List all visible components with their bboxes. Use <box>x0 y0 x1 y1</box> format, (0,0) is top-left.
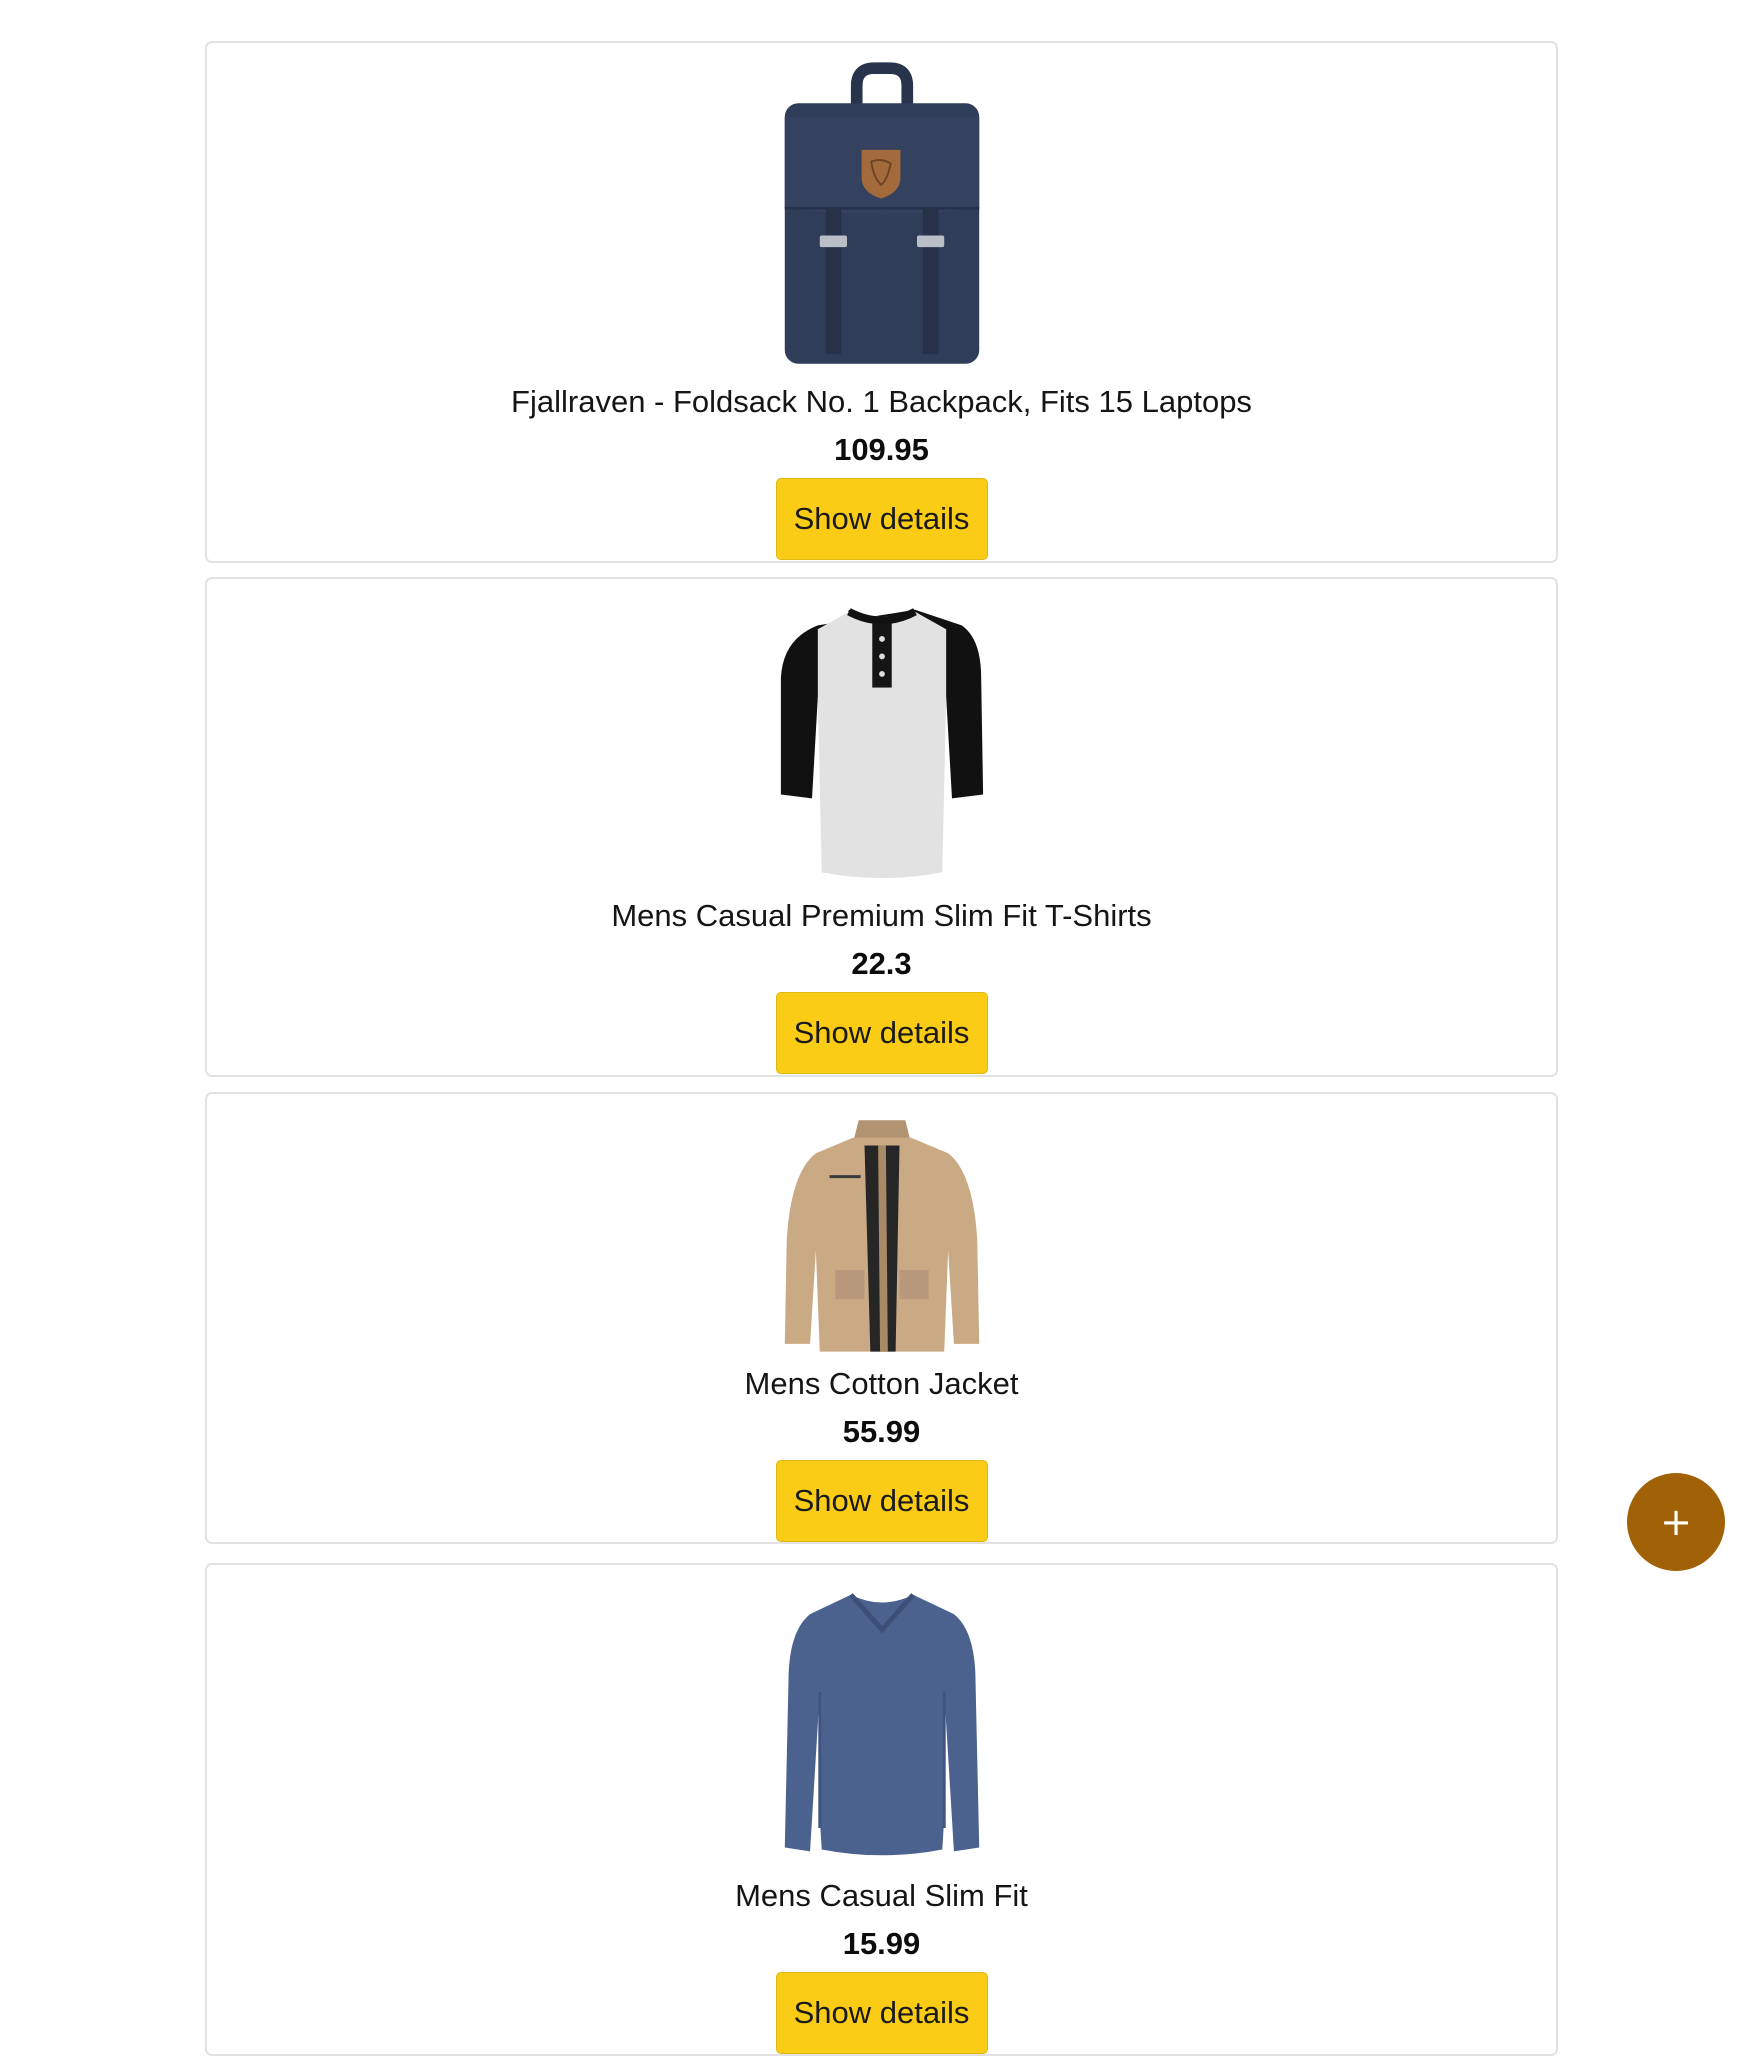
navy-backpack-image[interactable] <box>777 56 987 376</box>
product-card: Fjallraven - Foldsack No. 1 Backpack, Fi… <box>205 41 1558 563</box>
show-details-button[interactable]: Show details <box>775 478 988 560</box>
show-details-button[interactable]: Show details <box>775 992 988 1074</box>
raglan-henley-tshirt-image[interactable] <box>777 594 987 890</box>
plus-icon: + <box>1660 1500 1692 1544</box>
product-list-page: Fjallraven - Foldsack No. 1 Backpack, Fi… <box>0 0 1752 2060</box>
product-title: Mens Casual Slim Fit <box>735 1878 1028 1914</box>
khaki-cotton-jacket-image[interactable] <box>777 1109 987 1358</box>
product-card: Mens Casual Premium Slim Fit T-Shirts 22… <box>205 577 1558 1077</box>
product-price: 22.3 <box>851 946 912 981</box>
product-title: Fjallraven - Foldsack No. 1 Backpack, Fi… <box>511 384 1252 419</box>
product-price: 109.95 <box>834 432 929 467</box>
product-title: Mens Cotton Jacket <box>744 1366 1019 1402</box>
product-price: 55.99 <box>842 1414 921 1450</box>
show-details-button[interactable]: Show details <box>775 1460 988 1542</box>
product-title: Mens Casual Premium Slim Fit T-Shirts <box>611 898 1152 933</box>
product-card: Mens Casual Slim Fit 15.99 Show details <box>205 1563 1558 2056</box>
show-details-button[interactable]: Show details <box>775 1972 988 2054</box>
blue-long-sleeve-shirt-image[interactable] <box>777 1580 987 1870</box>
add-product-button[interactable]: + <box>1627 1473 1725 1571</box>
product-card: Mens Cotton Jacket 55.99 Show details <box>205 1092 1558 1544</box>
product-price: 15.99 <box>842 1926 921 1962</box>
